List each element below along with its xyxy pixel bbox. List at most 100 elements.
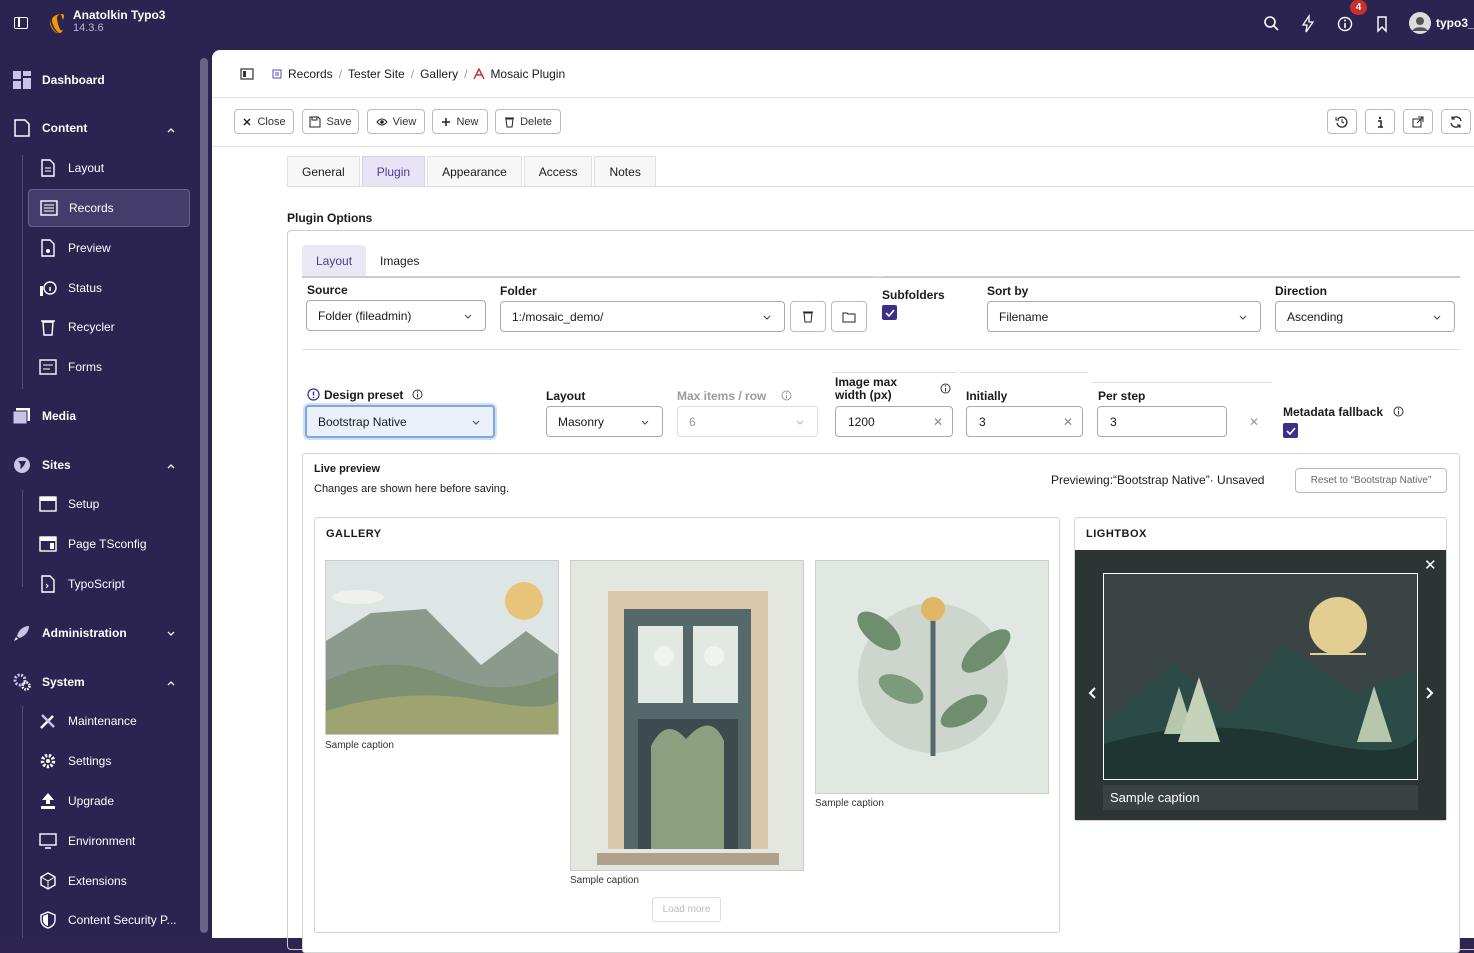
refresh-icon xyxy=(1450,115,1462,128)
sidebar-item-content[interactable]: Content xyxy=(12,113,87,143)
view-button[interactable]: View xyxy=(367,109,425,134)
open-new-window-button[interactable] xyxy=(1403,109,1433,134)
help-icon[interactable] xyxy=(781,390,792,401)
sidebar-item-typoscript[interactable]: TypoScript xyxy=(28,569,190,599)
chevron-right-icon[interactable] xyxy=(1423,686,1435,700)
lightbox-close-icon[interactable]: ✕ xyxy=(1424,556,1437,574)
sidebar-item-recycler[interactable]: Recycler xyxy=(28,312,190,342)
plant-image xyxy=(816,561,1048,793)
tab-access[interactable]: Access xyxy=(523,156,593,187)
sidebar-item-media[interactable]: Media xyxy=(12,401,76,431)
folder-browse-button[interactable] xyxy=(831,301,867,332)
initially-input[interactable]: 3 ✕ xyxy=(966,406,1083,437)
clear-icon[interactable]: ✕ xyxy=(1063,415,1073,429)
sidebar-item-content-security[interactable]: Content Security P... xyxy=(28,905,190,935)
sidebar-item-preview[interactable]: Preview xyxy=(28,233,190,263)
per-step-input[interactable]: 3 xyxy=(1097,406,1227,437)
sidebar-item-forms[interactable]: Forms xyxy=(28,352,190,382)
sidebar-item-extensions[interactable]: Extensions xyxy=(28,866,190,896)
sidebar-item-status[interactable]: Status xyxy=(28,273,190,303)
tab-layout[interactable]: Layout xyxy=(302,245,367,277)
bolt-icon[interactable] xyxy=(1298,14,1318,34)
direction-select[interactable]: Ascending xyxy=(1275,301,1455,332)
close-button[interactable]: Close xyxy=(234,109,294,134)
tab-plugin[interactable]: Plugin xyxy=(361,156,426,187)
load-more-button[interactable]: Load more xyxy=(652,897,721,922)
panel-toggle-icon[interactable] xyxy=(240,67,254,80)
initially-value: 3 xyxy=(979,414,986,429)
gallery-caption: Sample caption xyxy=(325,740,394,751)
sidebar-item-maintenance[interactable]: Maintenance xyxy=(28,706,190,736)
tab-images[interactable]: Images xyxy=(366,245,433,277)
save-button[interactable]: Save xyxy=(302,109,359,134)
user-name[interactable]: typo3_ xyxy=(1436,16,1474,30)
chevron-down-icon[interactable] xyxy=(166,628,176,638)
sidebar-label: Settings xyxy=(68,754,112,768)
design-preset-value: Bootstrap Native xyxy=(318,414,407,429)
sidebar-label: Administration xyxy=(42,626,127,640)
tab-general[interactable]: General xyxy=(287,156,360,187)
reload-button[interactable] xyxy=(1441,109,1471,134)
clear-icon[interactable]: ✕ xyxy=(1249,415,1259,429)
direction-label: Direction xyxy=(1275,284,1328,298)
gallery-caption: Sample caption xyxy=(570,875,639,886)
sidebar-item-system[interactable]: System xyxy=(12,667,85,697)
check-icon xyxy=(1285,426,1296,435)
folder-clear-button[interactable] xyxy=(790,301,826,332)
breadcrumb-item[interactable]: Tester Site xyxy=(348,67,405,81)
history-button[interactable] xyxy=(1327,109,1357,134)
image-max-width-input[interactable]: 1200 ✕ xyxy=(835,406,953,437)
info-icon[interactable] xyxy=(1335,14,1355,34)
sidebar-item-administration[interactable]: Administration xyxy=(12,618,127,648)
subfolders-label: Subfolders xyxy=(882,288,945,302)
gallery-image-door[interactable] xyxy=(570,560,804,871)
chevron-up-icon[interactable] xyxy=(166,678,176,688)
sidebar-item-dashboard[interactable]: Dashboard xyxy=(12,65,105,95)
help-icon[interactable] xyxy=(940,383,951,394)
reset-preset-button[interactable]: Reset to “Bootstrap Native” xyxy=(1295,468,1447,493)
top-bar: Anatolkin Typo3 14.3.6 4 typo3_ xyxy=(0,0,1474,50)
delete-button[interactable]: Delete xyxy=(495,109,561,134)
gallery-image-landscape[interactable] xyxy=(325,560,559,735)
sort-by-select[interactable]: Filename xyxy=(987,301,1261,332)
sidebar-item-settings[interactable]: Settings xyxy=(28,746,190,776)
direction-value: Ascending xyxy=(1287,309,1344,324)
source-select[interactable]: Folder (fileadmin) xyxy=(306,300,486,331)
sidebar-label: Forms xyxy=(68,360,102,374)
sidebar-scrollbar[interactable] xyxy=(200,58,208,933)
design-preset-select[interactable]: Bootstrap Native xyxy=(305,405,495,438)
sidebar-item-setup[interactable]: Setup xyxy=(28,489,190,519)
layout-value: Masonry xyxy=(558,414,605,429)
search-icon[interactable] xyxy=(1262,14,1282,34)
chevron-up-icon[interactable] xyxy=(166,461,176,471)
sidebar-item-environment[interactable]: Environment xyxy=(28,826,190,856)
sidebar-item-records[interactable]: Records xyxy=(28,189,190,227)
bookmark-icon[interactable] xyxy=(1372,14,1392,34)
dashboard-icon xyxy=(13,71,31,89)
sidebar-item-layout[interactable]: Layout xyxy=(28,153,190,183)
breadcrumb-item[interactable]: Gallery xyxy=(420,67,458,81)
history-icon xyxy=(1335,116,1348,128)
chevron-left-icon[interactable] xyxy=(1087,686,1099,700)
live-preview-title: Live preview xyxy=(314,463,381,475)
door-image xyxy=(571,561,803,870)
tab-appearance[interactable]: Appearance xyxy=(427,156,522,187)
gallery-image-plant[interactable] xyxy=(815,560,1049,794)
metadata-fallback-checkbox[interactable] xyxy=(1283,423,1298,438)
sidebar-item-upgrade[interactable]: Upgrade xyxy=(28,786,190,816)
subfolders-checkbox[interactable] xyxy=(882,305,897,320)
sidebar-toggle-icon[interactable] xyxy=(14,17,28,29)
new-button[interactable]: New xyxy=(432,109,488,134)
tab-notes[interactable]: Notes xyxy=(594,156,656,187)
breadcrumb-item[interactable]: Records xyxy=(288,67,333,81)
user-avatar[interactable] xyxy=(1409,12,1431,34)
sidebar-item-page-tsconfig[interactable]: Page TSconfig xyxy=(28,529,190,559)
sidebar-item-sites[interactable]: Sites xyxy=(12,450,71,480)
clear-icon[interactable]: ✕ xyxy=(933,415,943,429)
help-icon[interactable] xyxy=(1393,406,1404,417)
info-button[interactable] xyxy=(1365,109,1395,134)
chevron-up-icon[interactable] xyxy=(166,125,176,135)
help-icon[interactable] xyxy=(412,389,423,400)
layout-select[interactable]: Masonry xyxy=(546,406,663,437)
folder-select[interactable]: 1:/mosaic_demo/ xyxy=(500,301,785,332)
